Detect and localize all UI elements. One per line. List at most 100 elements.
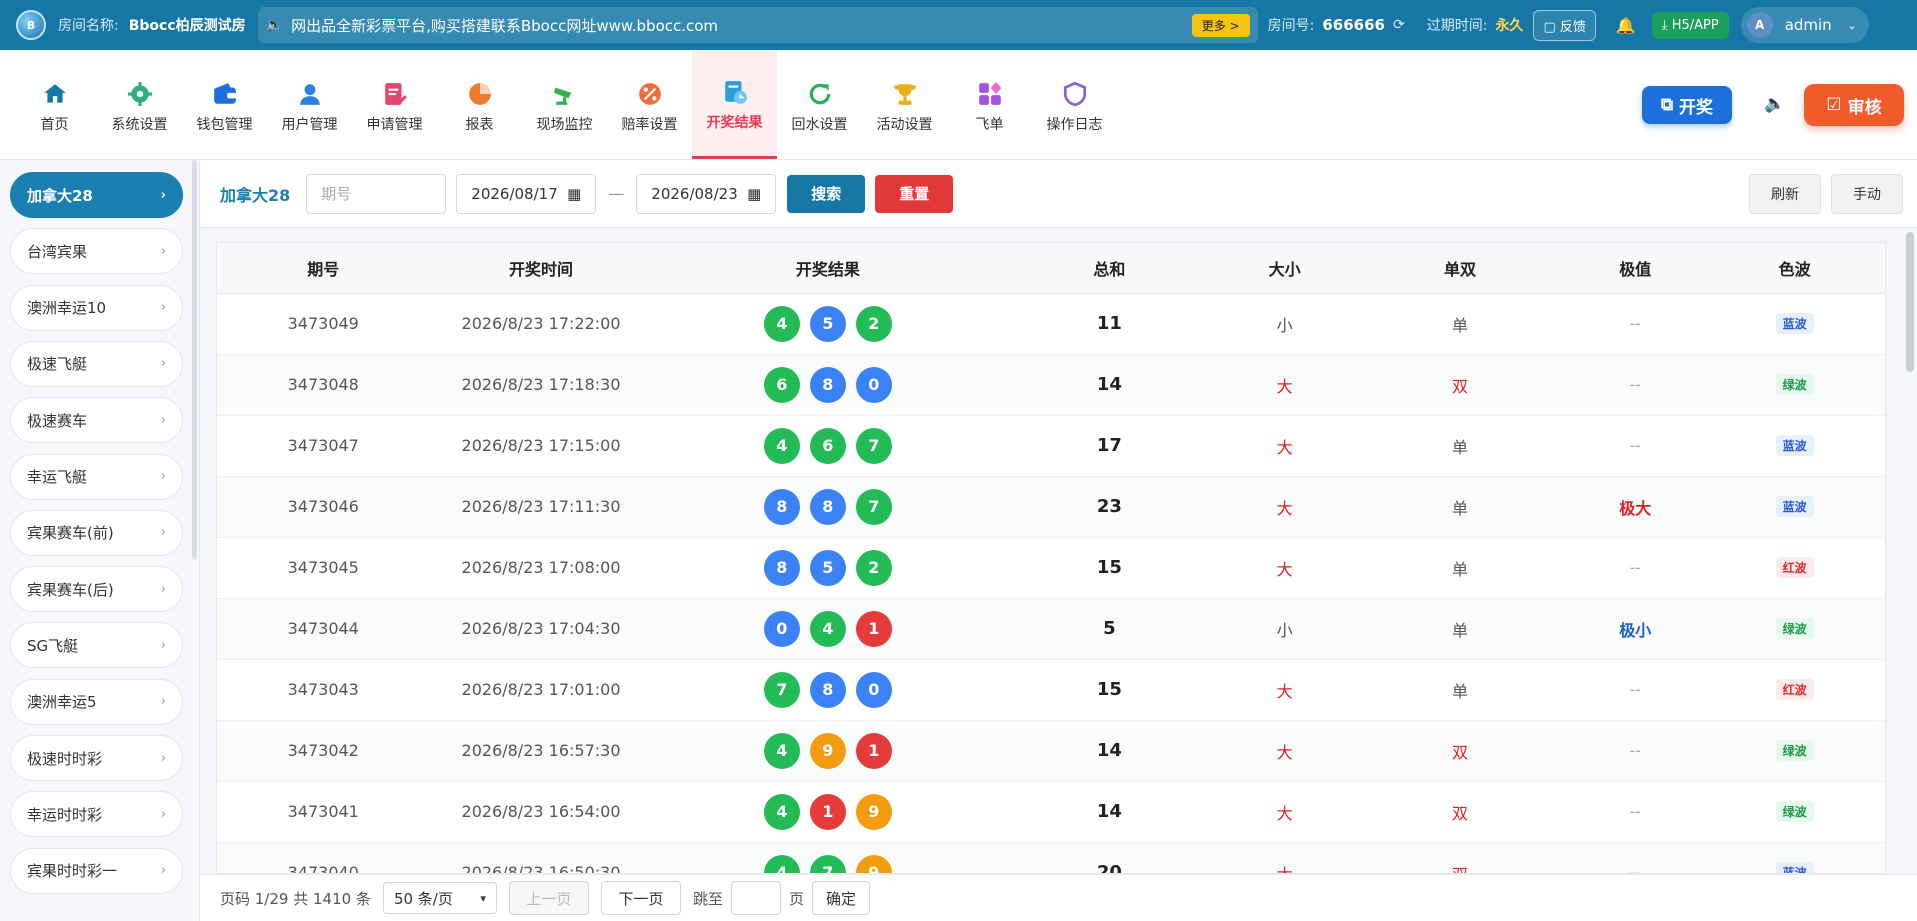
chevron-down-icon: ⌄ [1847,18,1857,32]
nav-item-label: 钱包管理 [196,116,253,133]
table-row[interactable]: 3473043 2026/8/23 17:01:00 7 8 0 15 大单 -- 红波 [217,659,1885,721]
nav-item-7[interactable]: 赔率设置 [607,50,692,159]
nav-item-4[interactable]: 申请管理 [352,50,437,159]
sidebar-item[interactable]: 加拿大28 › [10,172,183,218]
wave-cell: 红波 [1704,537,1885,599]
sum-cell: 20 [1003,842,1216,873]
period-input[interactable]: 期号 [306,173,447,214]
period-cell: 3473041 [217,781,430,843]
parity-cell: 双 [1353,720,1567,782]
next-page-button[interactable]: 下一页 [600,881,681,915]
wave-cell: 蓝波 [1704,842,1885,873]
calendar-icon: ▦ [567,184,582,203]
table-row[interactable]: 3473049 2026/8/23 17:22:00 4 5 2 11 小单 -- 蓝波 [217,293,1885,355]
sidebar-item[interactable]: 澳洲幸运10 › [10,284,183,331]
refresh-icon[interactable]: ⟳ [1393,17,1405,33]
draw-result-cell: 479 [652,842,1004,873]
parity-cell: 单 [1353,293,1567,355]
table-row[interactable]: 3473047 2026/8/23 17:15:00 4 6 7 17 大单 -- 蓝波 [217,415,1885,477]
search-button[interactable]: 搜索 [787,174,866,213]
nav-item-label: 操作日志 [1046,116,1103,133]
parity-cell: 单 [1353,659,1567,721]
table-row[interactable]: 3473045 2026/8/23 17:08:00 8 5 2 15 大单 -- 红波 [217,537,1885,599]
user-name: admin [1784,16,1832,34]
top-bar: B 房间名称: Bbocc柏辰测试房 🔈 网出品全新彩票平台,购买搭建联系Bbo… [0,0,1917,50]
nav-item-11[interactable]: 飞单 [947,50,1032,159]
period-cell: 3473044 [217,598,430,660]
prev-page-button[interactable]: 上一页 [508,881,589,915]
table-row[interactable]: 3473041 2026/8/23 16:54:00 4 1 9 14 大双 -- 绿波 [217,781,1885,843]
refresh-button[interactable]: 刷新 [1749,173,1821,214]
table-scrollbar[interactable] [1906,232,1914,372]
sidebar-item[interactable]: 幸运飞艇 › [10,453,183,500]
manual-button[interactable]: 手动 [1831,173,1903,214]
filter-bar: 加拿大28 期号 2026/08/17 ▦ — 2026/08/23 ▦ 搜索 重置… [200,160,1917,228]
sidebar-item[interactable]: SG飞艇 › [10,622,183,669]
sidebar-item[interactable]: 极速飞艇 › [10,340,183,387]
nav-item-0[interactable]: 首页 [12,50,97,159]
table-row[interactable]: 3473046 2026/8/23 17:11:30 8 8 7 23 大单极大 蓝波 [217,476,1885,538]
chevron-right-icon: › [160,637,166,653]
size-cell: 大 [1215,720,1354,782]
draw-time-cell: 2026/8/23 17:04:30 [429,598,653,660]
sidebar-item[interactable]: 宾果时时彩一 › [10,847,183,894]
sidebar-item[interactable]: 宾果赛车(后) › [10,566,183,613]
sidebar-item[interactable]: 极速时时彩 › [10,735,183,781]
user-menu[interactable]: A admin ⌄ [1740,7,1869,43]
result-ball: 8 [809,671,846,708]
nav-item-8[interactable]: 开奖结果 [692,50,777,159]
sum-cell: 17 [1003,415,1216,477]
nav-item-5[interactable]: 报表 [437,50,522,159]
bell-icon[interactable]: 🔔 [1616,16,1636,35]
table-row[interactable]: 3473048 2026/8/23 17:18:30 6 8 0 14 大双 -- 绿波 [217,354,1885,416]
nav-item-10[interactable]: 活动设置 [862,50,947,159]
extreme-cell: 极大 [1566,476,1705,538]
draw-result-cell: 852 [652,537,1004,599]
table-row[interactable]: 3473040 2026/8/23 16:50:30 4 7 9 20 大双 -- 蓝波 [217,842,1885,873]
result-ball: 7 [809,854,846,873]
extreme-cell: -- [1566,659,1705,721]
draw-time-cell: 2026/8/23 17:22:00 [429,293,653,355]
sum-cell: 11 [1003,293,1216,355]
audit-button[interactable]: ☑ 审核 [1804,84,1904,126]
nav-item-label: 现场监控 [536,116,593,133]
h5-app-button[interactable]: ⤓ H5/APP [1651,11,1729,39]
sidebar-item[interactable]: 澳洲幸运5 › [10,678,183,725]
chevron-right-icon: › [160,243,166,259]
nav-item-2[interactable]: 钱包管理 [182,50,267,159]
date-to-input[interactable]: 2026/08/23 ▦ [636,173,777,214]
extreme-cell: -- [1566,842,1705,873]
date-from-input[interactable]: 2026/08/17 ▦ [456,173,597,214]
volume-icon[interactable]: 🔈 [1764,94,1785,114]
sidebar-item[interactable]: 宾果赛车(前) › [10,509,183,556]
nav-item-12[interactable]: 操作日志 [1032,50,1117,159]
sum-cell: 23 [1003,476,1216,538]
sidebar-item[interactable]: 极速赛车 › [10,397,183,444]
table-row[interactable]: 3473042 2026/8/23 16:57:30 4 9 1 14 大双 -- 绿波 [217,720,1885,782]
nav-item-9[interactable]: 回水设置 [777,50,862,159]
nav-item-6[interactable]: 现场监控 [522,50,607,159]
notice-bar[interactable]: 🔈 网出品全新彩票平台,购买搭建联系Bbocc网址www.bbocc.com 更… [257,7,1258,43]
chevron-right-icon: › [160,525,166,541]
draw-time-cell: 2026/8/23 16:57:30 [429,720,653,782]
size-cell: 大 [1215,354,1354,416]
sidebar-item[interactable]: 台湾宾果 › [10,228,183,275]
draw-result-cell: 887 [652,476,1004,538]
nav-item-3[interactable]: 用户管理 [267,50,352,159]
feedback-button[interactable]: ▢ 反馈 [1533,9,1596,41]
jump-page-input[interactable] [730,881,781,915]
more-button[interactable]: 更多 > [1191,13,1250,37]
chevron-right-icon: › [160,750,166,766]
reset-button[interactable]: 重置 [875,174,954,213]
table-row[interactable]: 3473044 2026/8/23 17:04:30 0 4 1 5 小单极小 绿波 [217,598,1885,660]
sidebar-item[interactable]: 幸运时时彩 › [10,791,183,838]
draw-button[interactable]: ⧉ 开奖 [1642,86,1732,124]
calendar-icon: ▦ [747,184,762,203]
nav-item-1[interactable]: 系统设置 [97,50,182,159]
wave-badge: 蓝波 [1775,313,1814,334]
wave-badge: 蓝波 [1775,862,1814,873]
sidebar-scrollbar[interactable] [192,160,197,560]
period-cell: 3473048 [217,354,430,416]
page-size-select[interactable]: 50 条/页 ▾ [382,882,497,914]
jump-confirm-button[interactable]: 确定 [811,881,870,915]
